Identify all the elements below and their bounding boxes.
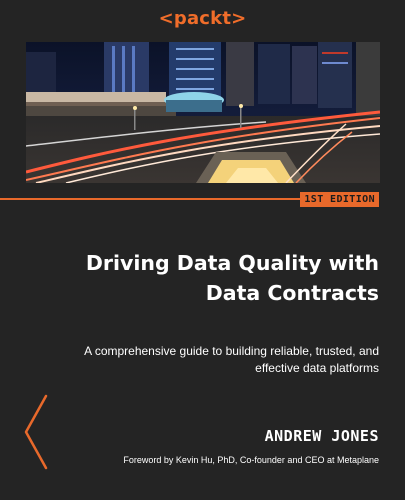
cover-photo-city-night [26,42,380,183]
book-cover: <packt> 1ST EDITION Driving Data Quality… [0,0,405,500]
publisher-logo-text: packt [173,8,232,29]
accent-line [0,198,310,200]
author-name: ANDREW JONES [264,427,379,445]
chevron-decoration-icon [24,394,48,470]
book-title: Driving Data Quality with Data Contracts [85,251,379,305]
publisher-logo: <packt> [158,8,247,29]
book-subtitle: A comprehensive guide to building reliab… [84,344,379,375]
edition-badge: 1ST EDITION [300,192,379,207]
foreword-credit: Foreword by Kevin Hu, PhD, Co-founder an… [123,455,379,465]
